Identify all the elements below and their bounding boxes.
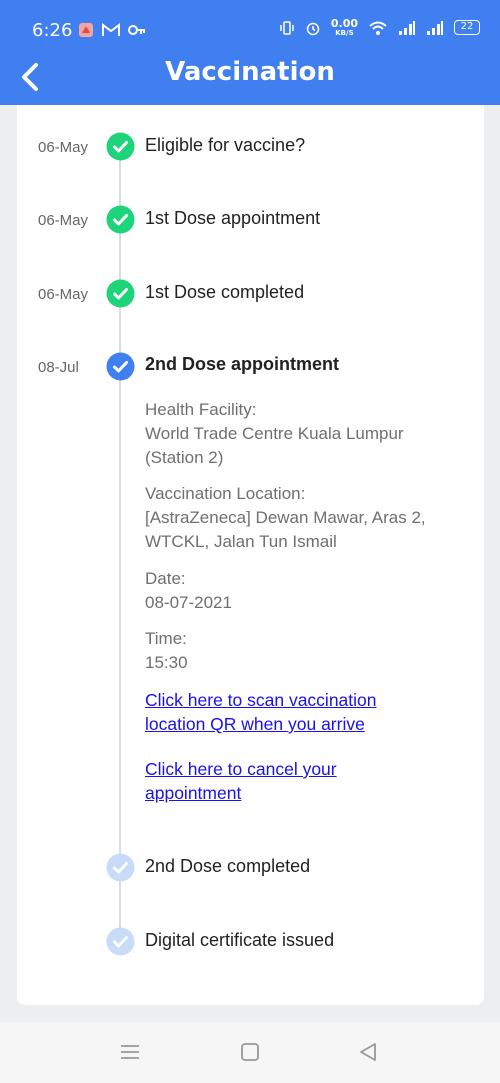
status-bar: 6:26 0.00 KB/S 22	[0, 0, 500, 48]
page-title: Vaccination	[165, 57, 335, 87]
signal-icon	[399, 20, 415, 35]
vaccination-location-label: Vaccination Location:	[145, 484, 306, 503]
key-icon	[128, 25, 145, 35]
check-pending-icon	[106, 927, 135, 956]
alarm-icon	[306, 22, 320, 35]
health-facility: Health Facility: World Trade Centre Kual…	[145, 398, 465, 470]
check-done-icon	[106, 279, 135, 308]
system-nav-bar	[0, 1022, 500, 1083]
step-date: 06-May	[38, 212, 89, 229]
check-pending-icon	[106, 853, 135, 882]
step-title: 2nd Dose appointment	[145, 354, 340, 374]
app-screen: 6:26 0.00 KB/S 22 Vaccination 06-May Eli…	[0, 0, 500, 1083]
back-nav-icon[interactable]	[356, 1040, 380, 1064]
signal-icon-2	[427, 20, 443, 35]
appointment-time: Time: 15:30	[145, 627, 465, 675]
step-date: 06-May	[38, 286, 89, 303]
gmail-icon	[102, 23, 120, 36]
appointment-time-label: Time:	[145, 629, 187, 648]
vaccination-location-value: [AstraZeneca] Dewan Mawar, Aras 2, WTCKL…	[145, 508, 426, 551]
health-facility-value: World Trade Centre Kuala Lumpur (Station…	[145, 424, 404, 467]
app-bar: Vaccination	[0, 48, 500, 105]
system-status-icons: 0.00 KB/S 22	[279, 18, 480, 37]
network-speed-unit: KB/S	[335, 29, 354, 37]
step-date: 06-May	[38, 139, 89, 156]
appointment-date-value: 08-07-2021	[145, 593, 232, 612]
menu-icon[interactable]	[118, 1040, 142, 1064]
app-notification-icon	[79, 23, 93, 37]
wifi-icon	[369, 21, 387, 35]
health-facility-label: Health Facility:	[145, 400, 257, 419]
timeline-line	[119, 147, 121, 942]
battery-icon: 22	[454, 20, 480, 35]
check-current-icon	[106, 352, 135, 381]
cancel-appointment-link[interactable]: Click here to cancel your appointment	[145, 757, 385, 805]
check-done-icon	[106, 132, 135, 161]
check-done-icon	[106, 205, 135, 234]
step-title: 2nd Dose completed	[145, 856, 311, 876]
notification-icons	[78, 22, 146, 38]
network-speed: 0.00 KB/S	[331, 18, 358, 37]
step-title: 1st Dose appointment	[145, 208, 321, 228]
appointment-time-value: 15:30	[145, 653, 188, 672]
status-time: 6:26	[32, 20, 73, 41]
step-title: Digital certificate issued	[145, 930, 335, 950]
step-title[interactable]: Eligible for vaccine?	[145, 135, 305, 156]
step-date: 08-Jul	[38, 359, 79, 376]
step-title: 1st Dose completed	[145, 282, 305, 302]
vaccination-location: Vaccination Location: [AstraZeneca] Dewa…	[145, 482, 450, 554]
appointment-date: Date: 08-07-2021	[145, 567, 465, 615]
network-speed-value: 0.00	[330, 17, 358, 30]
scan-qr-link[interactable]: Click here to scan vaccination location …	[145, 688, 435, 736]
vibrate-icon	[280, 20, 294, 35]
appointment-date-label: Date:	[145, 569, 186, 588]
home-icon[interactable]	[238, 1040, 262, 1064]
